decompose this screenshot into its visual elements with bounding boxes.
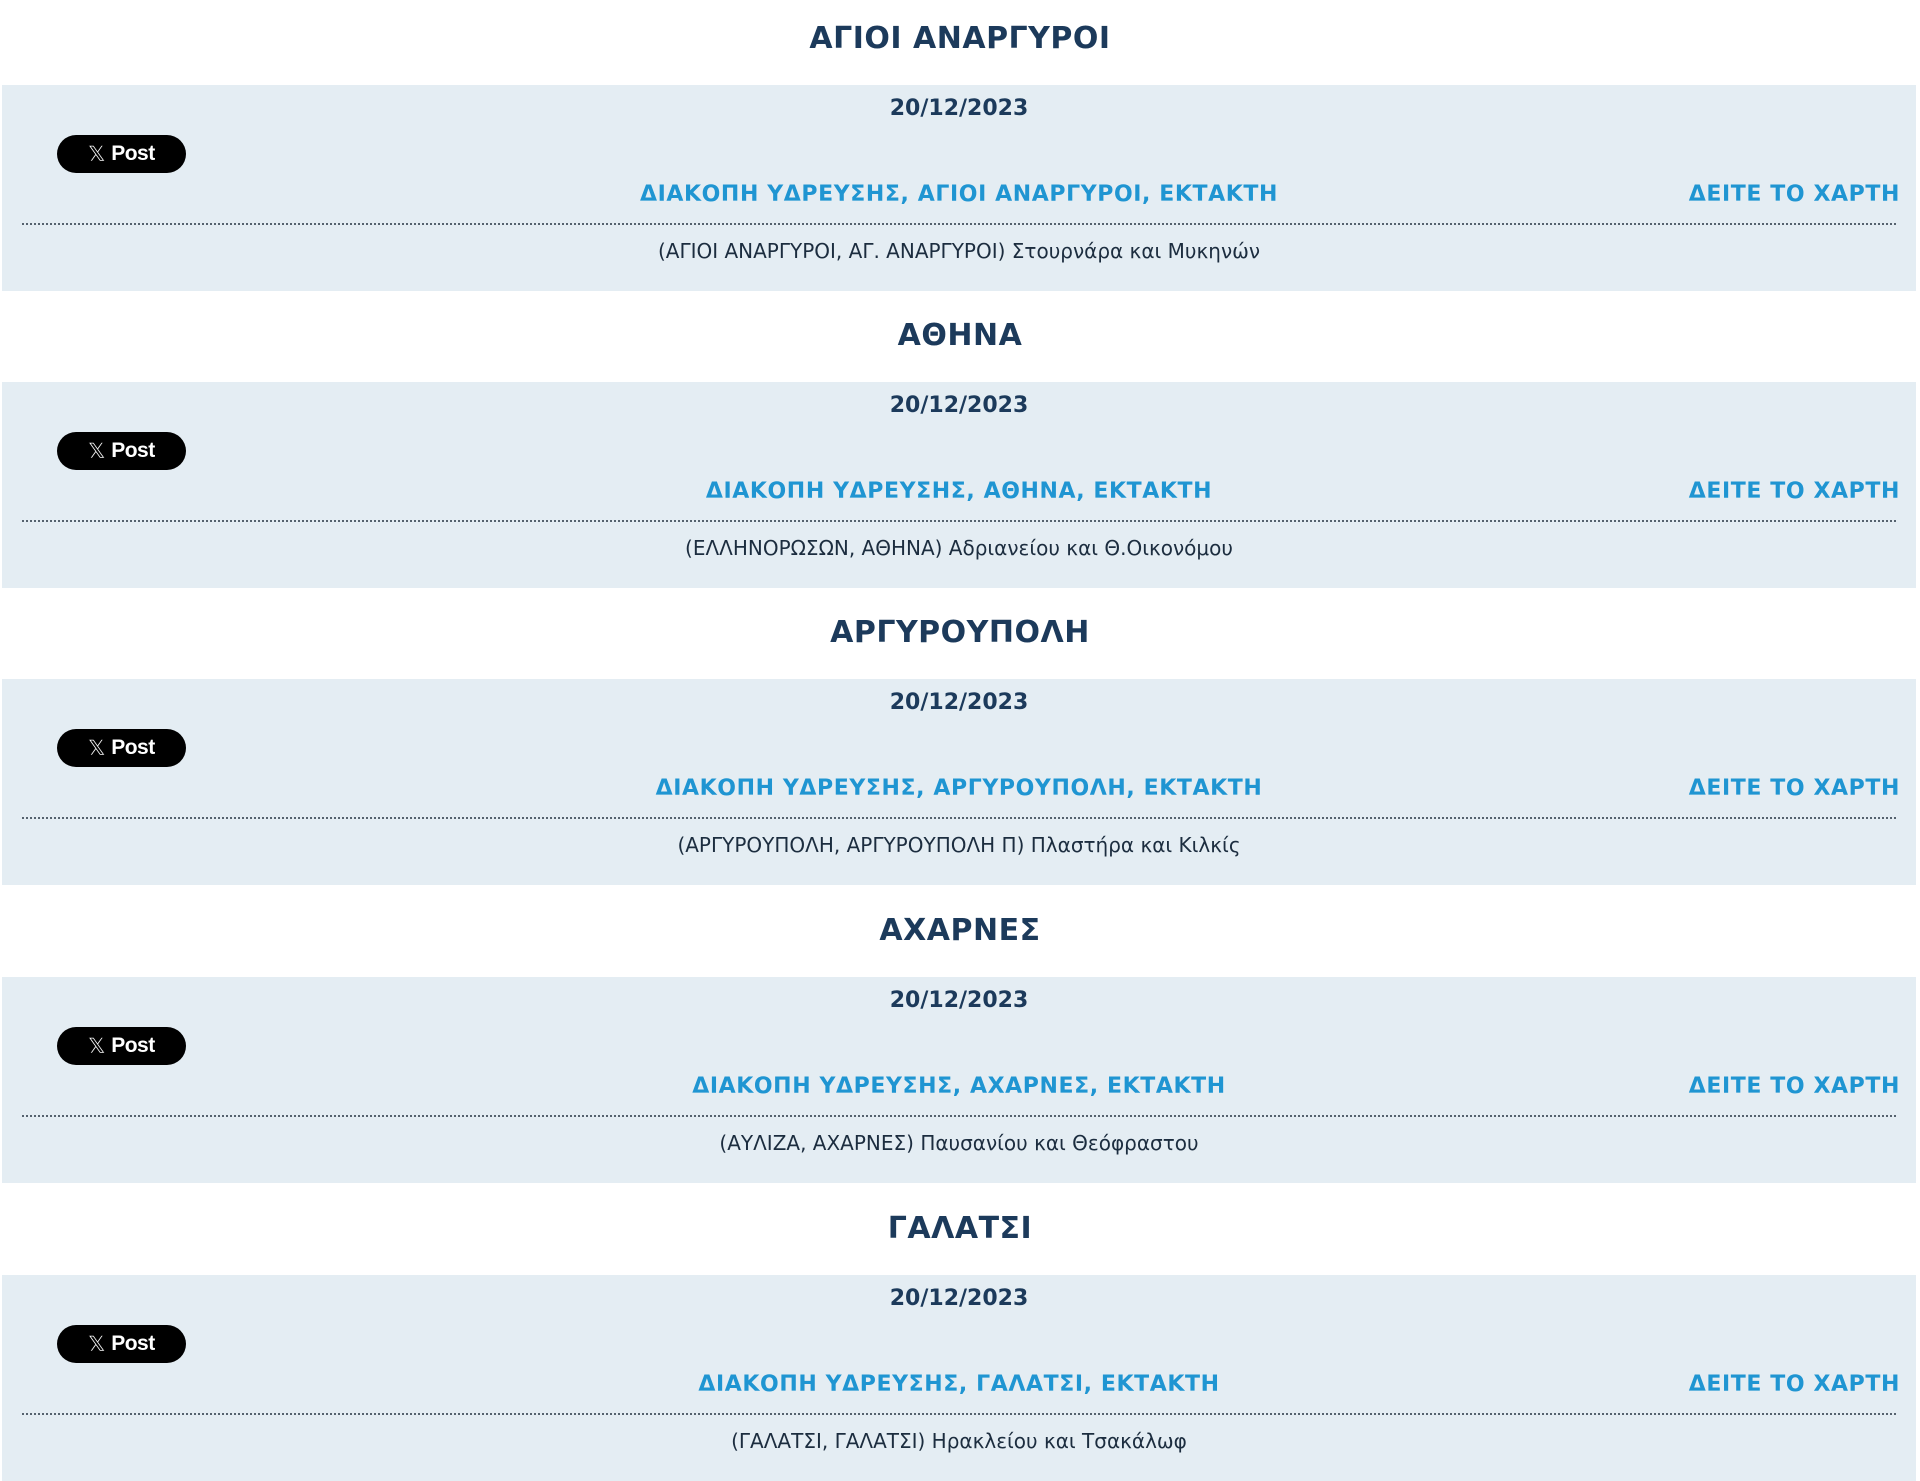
outage-date: 20/12/2023 — [889, 690, 1029, 715]
x-post-button[interactable]: 𝕏 Post — [57, 1027, 186, 1065]
outage-description: (ΑΡΓΥΡΟΥΠΟΛΗ, ΑΡΓΥΡΟΥΠΟΛΗ Π) Πλαστήρα κα… — [677, 833, 1241, 857]
outage-card: 20/12/2023 𝕏 Post ΔΙΑΚΟΠΗ ΥΔΡΕΥΣΗΣ, ΑΡΓΥ… — [2, 679, 1916, 885]
outage-description: (ΓΑΛΑΤΣΙ, ΓΑΛΑΤΣΙ) Ηρακλείου και Τσακάλω… — [731, 1429, 1187, 1453]
x-logo-icon: 𝕏 — [88, 1331, 106, 1356]
area-heading: ΓΑΛΑΤΣΙ — [887, 1211, 1033, 1246]
area-heading: ΑΧΑΡΝΕΣ — [879, 913, 1041, 948]
area-section-argyroupoli: ΑΡΓΥΡΟΥΠΟΛΗ 20/12/2023 𝕏 Post ΔΙΑΚΟΠΗ ΥΔ… — [0, 594, 1920, 885]
outage-card: 20/12/2023 𝕏 Post ΔΙΑΚΟΠΗ ΥΔΡΕΥΣΗΣ, ΓΑΛΑ… — [2, 1275, 1916, 1481]
outage-title-row: ΔΙΑΚΟΠΗ ΥΔΡΕΥΣΗΣ, ΑΘΗΝΑ, ΕΚΤΑΚΤΗ — [2, 474, 1916, 510]
area-heading: ΑΡΓΥΡΟΥΠΟΛΗ — [830, 615, 1090, 650]
outage-title-link[interactable]: ΔΙΑΚΟΠΗ ΥΔΡΕΥΣΗΣ, ΑΧΑΡΝΕΣ, ΕΚΤΑΚΤΗ — [692, 1074, 1226, 1099]
x-post-button[interactable]: 𝕏 Post — [57, 135, 186, 173]
outage-description: (ΑΓΙΟΙ ΑΝΑΡΓΥΡΟΙ, ΑΓ. ΑΝΑΡΓΥΡΟΙ) Στουρνά… — [657, 239, 1261, 263]
area-section-galatsi: ΓΑΛΑΤΣΙ 20/12/2023 𝕏 Post ΔΙΑΚΟΠΗ ΥΔΡΕΥΣ… — [0, 1190, 1920, 1481]
area-heading: ΑΘΗΝΑ — [897, 318, 1023, 353]
x-logo-icon: 𝕏 — [88, 141, 106, 166]
outage-description: (ΑΥΛΙΖΑ, ΑΧΑΡΝΕΣ) Παυσανίου και Θεόφραστ… — [719, 1131, 1199, 1155]
outage-card: 20/12/2023 𝕏 Post ΔΙΑΚΟΠΗ ΥΔΡΕΥΣΗΣ, ΑΧΑΡ… — [2, 977, 1916, 1183]
dotted-divider — [22, 1413, 1896, 1415]
outage-card: 20/12/2023 𝕏 Post ΔΙΑΚΟΠΗ ΥΔΡΕΥΣΗΣ, ΑΘΗΝ… — [2, 382, 1916, 588]
view-map-link[interactable]: ΔΕΙΤΕ ΤΟ ΧΑΡΤΗ — [1689, 474, 1900, 510]
outage-date: 20/12/2023 — [889, 1286, 1029, 1311]
view-map-link[interactable]: ΔΕΙΤΕ ΤΟ ΧΑΡΤΗ — [1689, 771, 1900, 807]
x-post-button[interactable]: 𝕏 Post — [57, 432, 186, 470]
dotted-divider — [22, 1115, 1896, 1117]
post-button-label: Post — [111, 142, 155, 165]
outage-title-row: ΔΙΑΚΟΠΗ ΥΔΡΕΥΣΗΣ, ΓΑΛΑΤΣΙ, ΕΚΤΑΚΤΗ — [2, 1367, 1916, 1403]
dotted-divider — [22, 520, 1896, 522]
view-map-link[interactable]: ΔΕΙΤΕ ΤΟ ΧΑΡΤΗ — [1689, 1367, 1900, 1403]
post-button-label: Post — [111, 439, 155, 462]
dotted-divider — [22, 223, 1896, 225]
post-button-label: Post — [111, 736, 155, 759]
x-post-button[interactable]: 𝕏 Post — [57, 1325, 186, 1363]
x-logo-icon: 𝕏 — [88, 735, 106, 760]
outage-date: 20/12/2023 — [889, 393, 1029, 418]
view-map-link[interactable]: ΔΕΙΤΕ ΤΟ ΧΑΡΤΗ — [1689, 1069, 1900, 1105]
outage-title-link[interactable]: ΔΙΑΚΟΠΗ ΥΔΡΕΥΣΗΣ, ΓΑΛΑΤΣΙ, ΕΚΤΑΚΤΗ — [698, 1372, 1219, 1397]
area-heading: ΑΓΙΟΙ ΑΝΑΡΓΥΡΟΙ — [809, 21, 1111, 56]
area-section-agioi-anargyroi: ΑΓΙΟΙ ΑΝΑΡΓΥΡΟΙ 20/12/2023 𝕏 Post ΔΙΑΚΟΠ… — [0, 0, 1920, 291]
outage-date: 20/12/2023 — [889, 96, 1029, 121]
x-logo-icon: 𝕏 — [88, 438, 106, 463]
view-map-link[interactable]: ΔΕΙΤΕ ΤΟ ΧΑΡΤΗ — [1689, 177, 1900, 213]
post-button-label: Post — [111, 1034, 155, 1057]
outage-title-row: ΔΙΑΚΟΠΗ ΥΔΡΕΥΣΗΣ, ΑΓΙΟΙ ΑΝΑΡΓΥΡΟΙ, ΕΚΤΑΚ… — [2, 177, 1916, 213]
outage-date: 20/12/2023 — [889, 988, 1029, 1013]
outage-title-row: ΔΙΑΚΟΠΗ ΥΔΡΕΥΣΗΣ, ΑΧΑΡΝΕΣ, ΕΚΤΑΚΤΗ — [2, 1069, 1916, 1105]
outage-title-link[interactable]: ΔΙΑΚΟΠΗ ΥΔΡΕΥΣΗΣ, ΑΓΙΟΙ ΑΝΑΡΓΥΡΟΙ, ΕΚΤΑΚ… — [640, 182, 1278, 207]
x-post-button[interactable]: 𝕏 Post — [57, 729, 186, 767]
outage-list: ΑΓΙΟΙ ΑΝΑΡΓΥΡΟΙ 20/12/2023 𝕏 Post ΔΙΑΚΟΠ… — [0, 0, 1920, 1481]
outage-card: 20/12/2023 𝕏 Post ΔΙΑΚΟΠΗ ΥΔΡΕΥΣΗΣ, ΑΓΙΟ… — [2, 85, 1916, 291]
x-logo-icon: 𝕏 — [88, 1033, 106, 1058]
outage-title-link[interactable]: ΔΙΑΚΟΠΗ ΥΔΡΕΥΣΗΣ, ΑΡΓΥΡΟΥΠΟΛΗ, ΕΚΤΑΚΤΗ — [656, 776, 1263, 801]
outage-description: (ΕΛΛΗΝΟΡΩΣΩΝ, ΑΘΗΝΑ) Αδριανείου και Θ.Οι… — [685, 536, 1233, 560]
outage-title-row: ΔΙΑΚΟΠΗ ΥΔΡΕΥΣΗΣ, ΑΡΓΥΡΟΥΠΟΛΗ, ΕΚΤΑΚΤΗ — [2, 771, 1916, 807]
area-section-acharnes: ΑΧΑΡΝΕΣ 20/12/2023 𝕏 Post ΔΙΑΚΟΠΗ ΥΔΡΕΥΣ… — [0, 892, 1920, 1183]
area-section-athina: ΑΘΗΝΑ 20/12/2023 𝕏 Post ΔΙΑΚΟΠΗ ΥΔΡΕΥΣΗΣ… — [0, 297, 1920, 588]
post-button-label: Post — [111, 1332, 155, 1355]
dotted-divider — [22, 817, 1896, 819]
outage-title-link[interactable]: ΔΙΑΚΟΠΗ ΥΔΡΕΥΣΗΣ, ΑΘΗΝΑ, ΕΚΤΑΚΤΗ — [706, 479, 1212, 504]
